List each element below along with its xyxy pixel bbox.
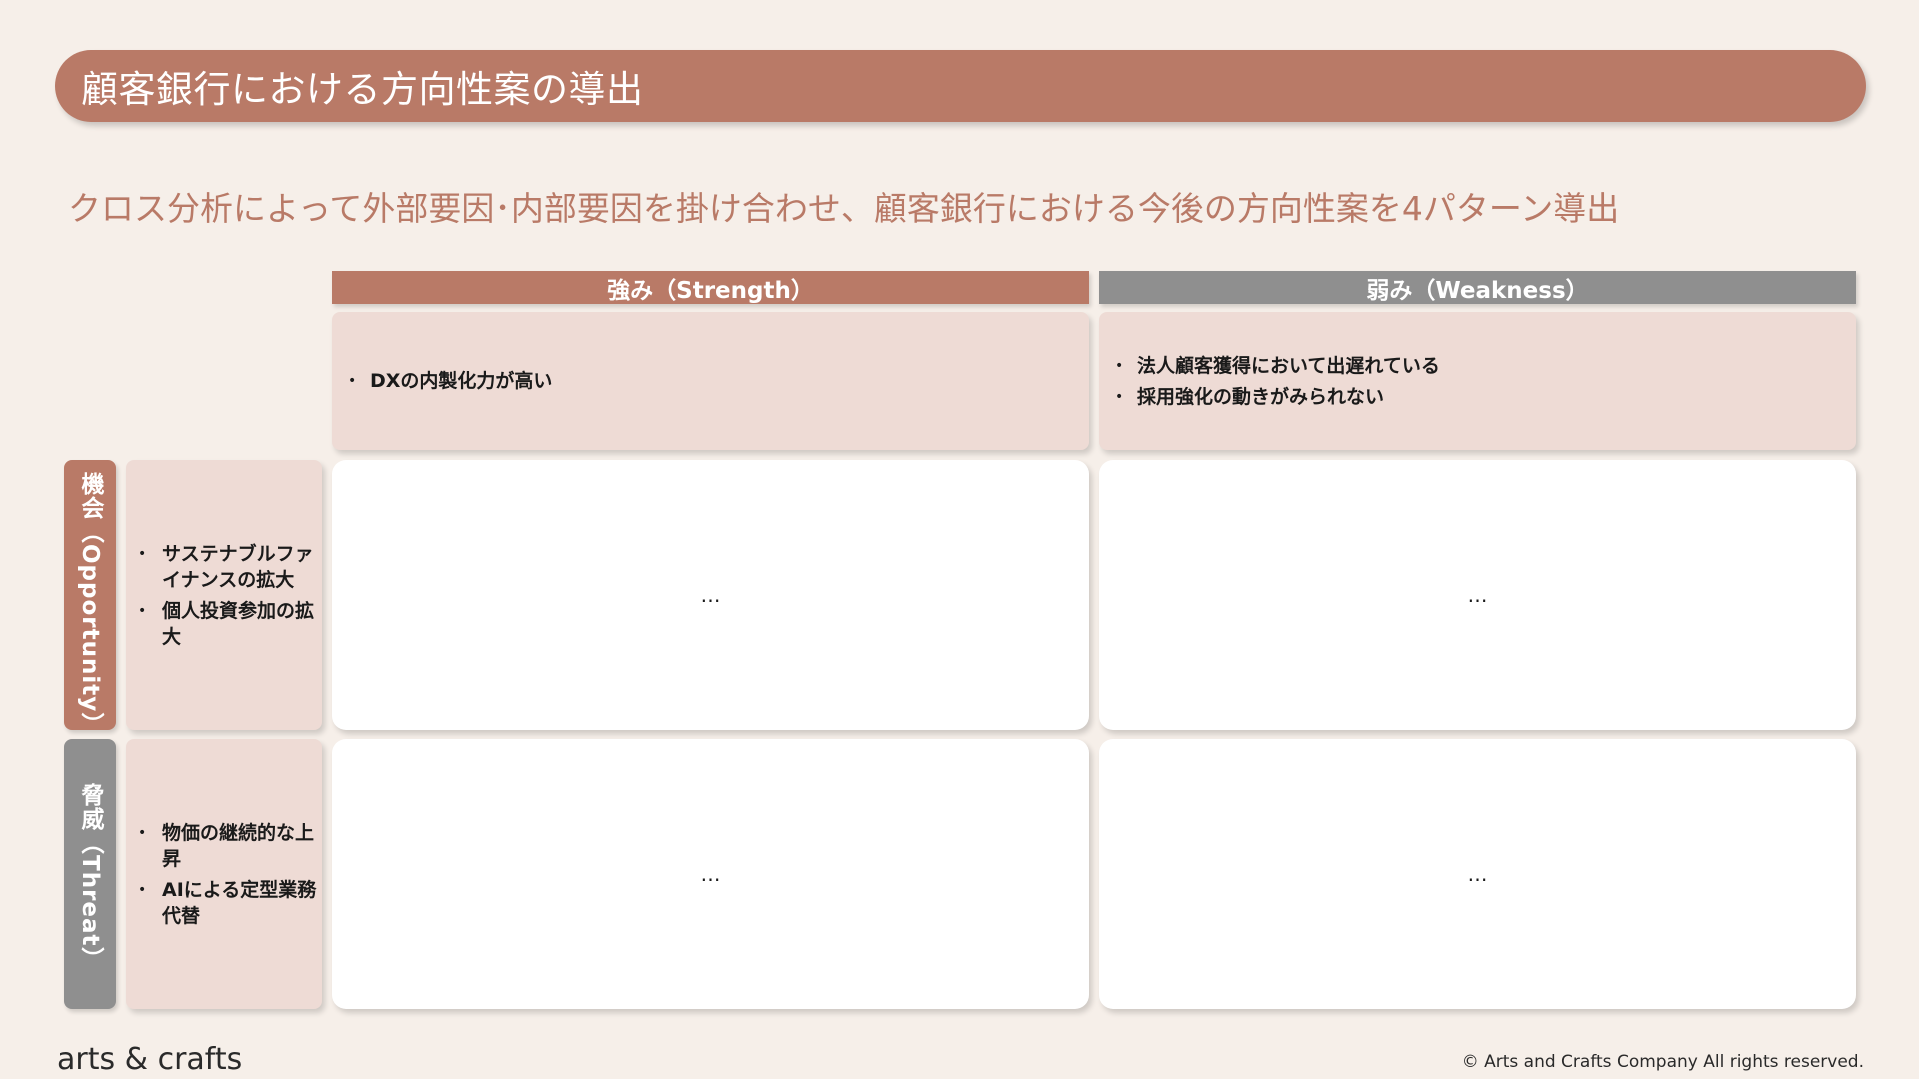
company-logo: arts & crafts [57,1042,243,1077]
row-label-threat: 脅威（Threat） [64,739,116,1009]
strength-list: DXの内製化力が高い [340,363,552,399]
weakness-box: 法人顧客獲得において出遅れている 採用強化の動きがみられない [1099,312,1856,450]
row-label-opportunity: 機会（Opportunity） [64,460,116,737]
cell-text: … [700,583,721,607]
cell-text: … [1467,862,1488,886]
cell-text: … [700,862,721,886]
list-item: DXの内製化力が高い [340,368,552,394]
page-title: 顧客銀行における方向性案の導出 [81,68,644,111]
list-item: AIによる定型業務代替 [130,877,322,929]
cell-strength-threat[interactable]: … [332,739,1089,1009]
row-label-threat-text: 脅威（Threat） [77,783,103,971]
column-header-weakness: 弱み（Weakness） [1099,271,1856,304]
page-subtitle: クロス分析によって外部要因･内部要因を掛け合わせ、顧客銀行における今後の方向性案… [68,189,1620,228]
threat-box: 物価の継続的な上昇 AIによる定型業務代替 [126,739,322,1009]
list-item: 個人投資参加の拡大 [130,598,322,650]
threat-list: 物価の継続的な上昇 AIによる定型業務代替 [130,815,322,934]
opportunity-list: サステナブルファイナンスの拡大 個人投資参加の拡大 [130,536,322,655]
list-item: サステナブルファイナンスの拡大 [130,541,322,593]
list-item: 法人顧客獲得において出遅れている [1107,353,1440,379]
row-label-opportunity-text: 機会（Opportunity） [77,472,103,737]
column-header-strength: 強み（Strength） [332,271,1089,304]
title-bar: 顧客銀行における方向性案の導出 [55,50,1866,122]
copyright-text: © Arts and Crafts Company All rights res… [1461,1052,1864,1072]
opportunity-box: サステナブルファイナンスの拡大 個人投資参加の拡大 [126,460,322,730]
cell-text: … [1467,583,1488,607]
cell-strength-opportunity[interactable]: … [332,460,1089,730]
cell-weakness-threat[interactable]: … [1099,739,1856,1009]
list-item: 物価の継続的な上昇 [130,820,322,872]
list-item: 採用強化の動きがみられない [1107,384,1440,410]
strength-box: DXの内製化力が高い [332,312,1089,450]
weakness-list: 法人顧客獲得において出遅れている 採用強化の動きがみられない [1107,348,1440,415]
cell-weakness-opportunity[interactable]: … [1099,460,1856,730]
